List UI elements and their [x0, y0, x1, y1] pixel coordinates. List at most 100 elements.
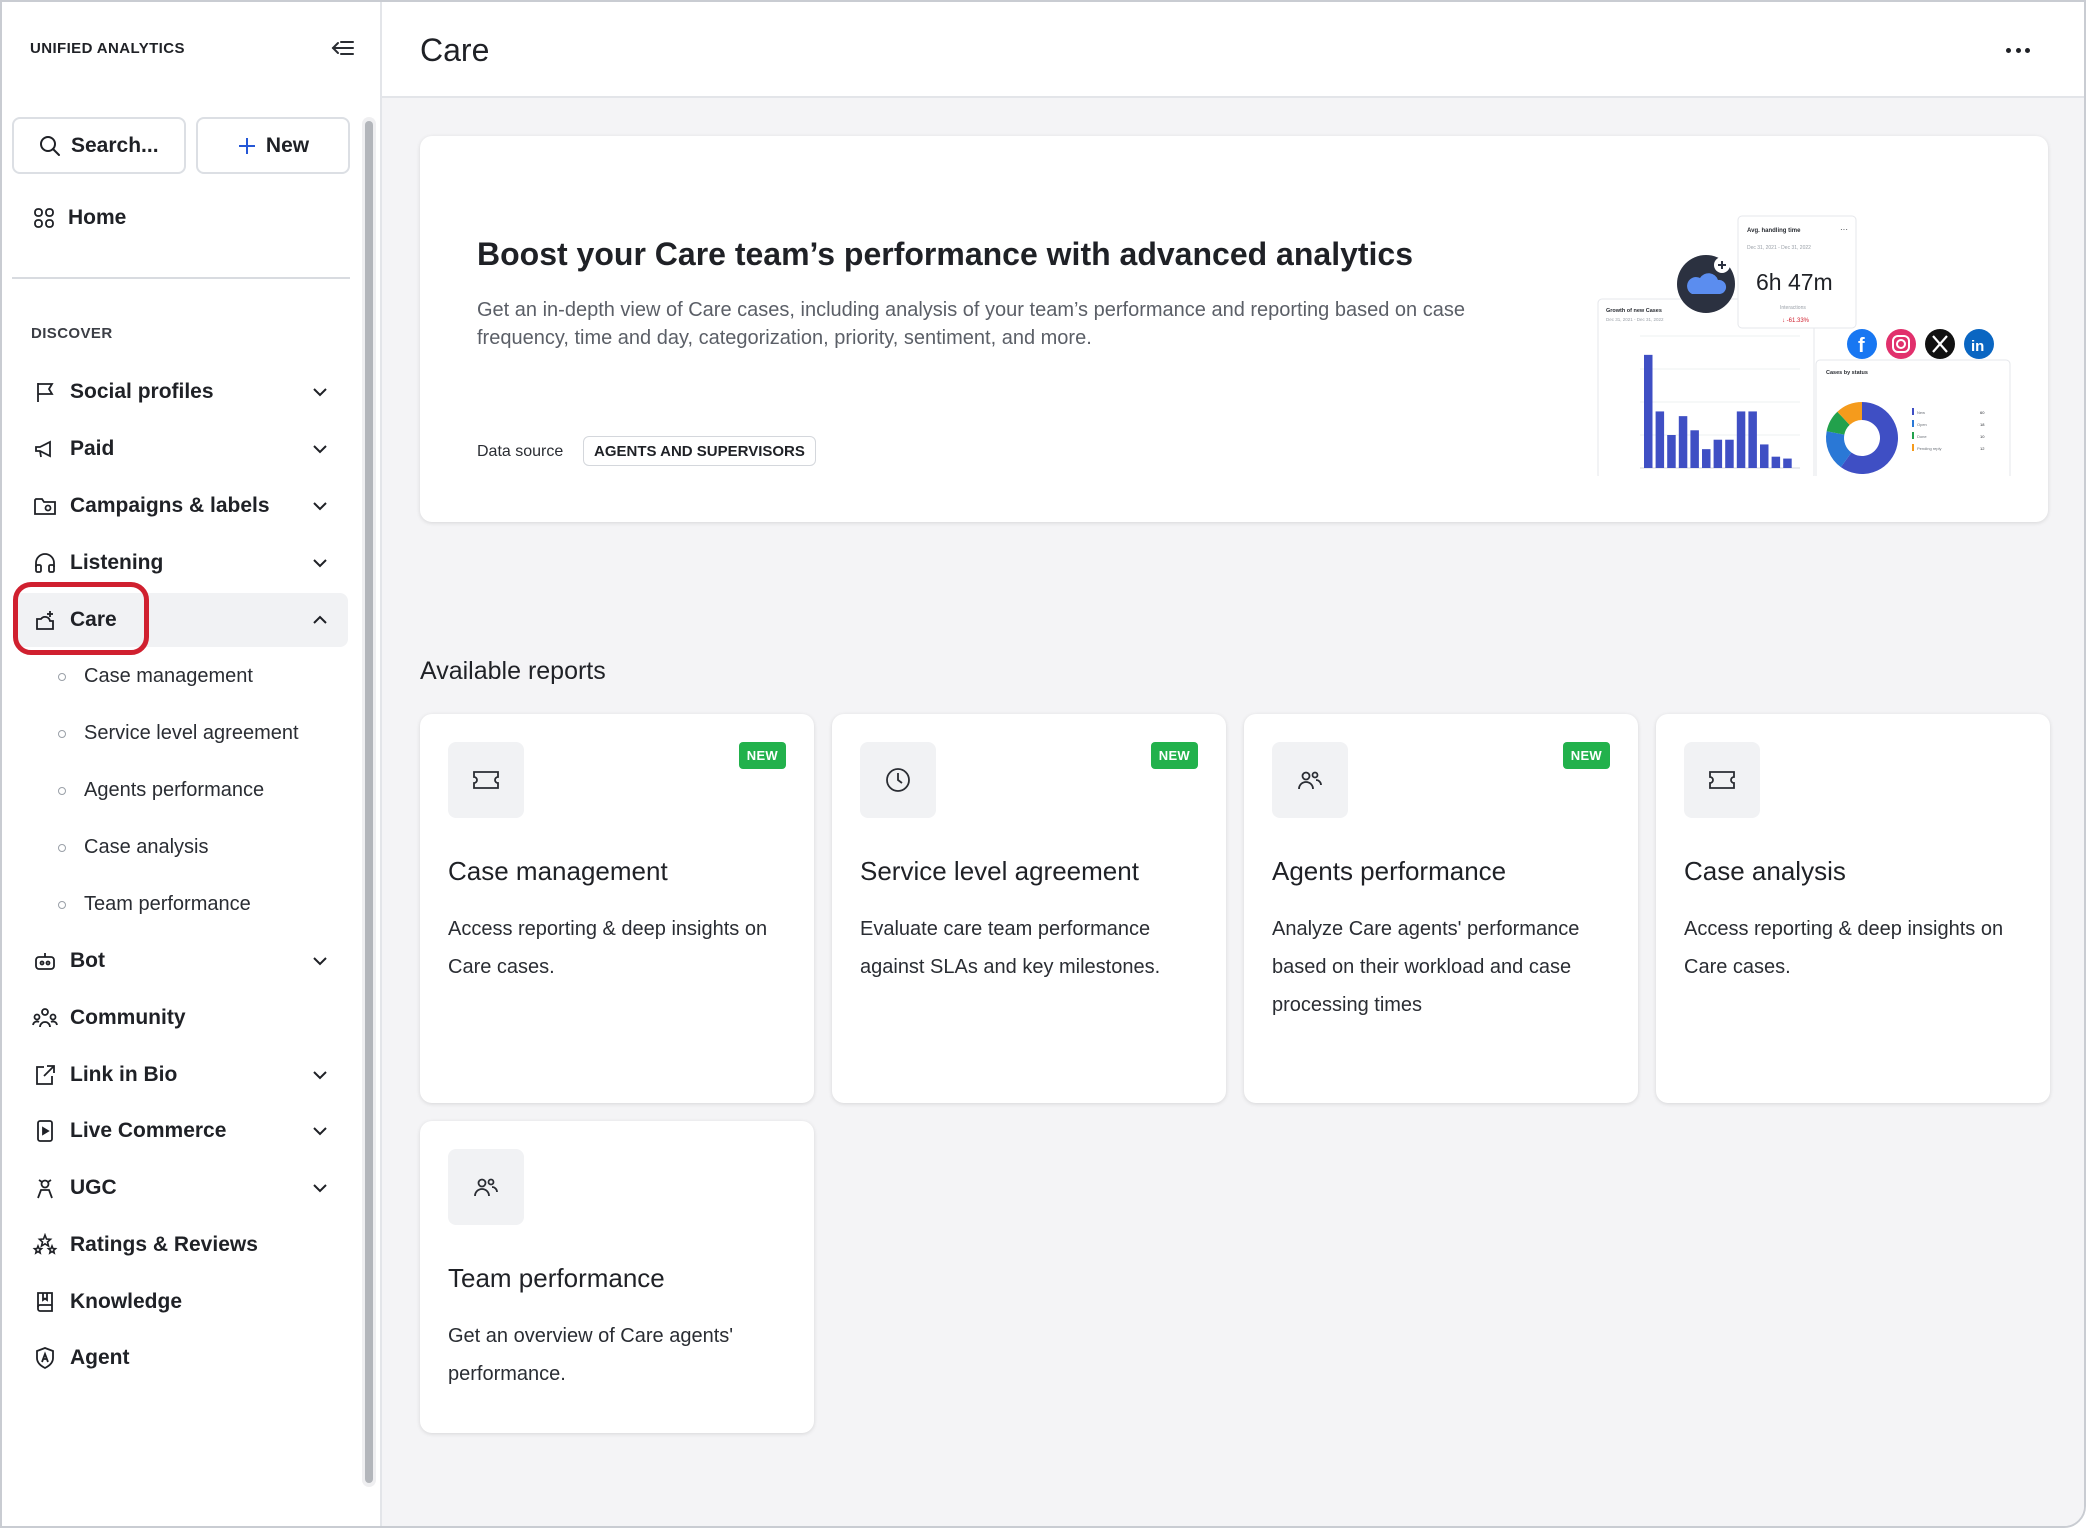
growth-bar — [1725, 439, 1734, 468]
analytics-illustration: Growth of new Cases Dec 31, 2021 - Dec 3… — [1590, 176, 2030, 509]
megaphone-icon — [32, 436, 58, 462]
report-card-title: Case management — [448, 856, 668, 886]
legend-label: New — [1917, 410, 1925, 415]
dot-icon — [2006, 47, 2011, 53]
sidebar-item-bot[interactable]: Bot — [14, 934, 348, 988]
app-window: UNIFIED ANALYTICS Search... New Home DIS… — [0, 0, 2086, 1528]
legend-value: 12 — [1980, 446, 1985, 451]
collapse-icon — [331, 41, 354, 55]
report-card-team-performance[interactable]: Team performance Get an overview of Care… — [420, 1121, 814, 1433]
sidebar-scrollbar[interactable] — [362, 117, 376, 1487]
chevron-down-icon[interactable] — [310, 1121, 330, 1141]
bot-icon — [32, 948, 58, 974]
growth-dates: Dec 31, 2021 - Dec 31, 2022 — [1606, 317, 1664, 322]
sidebar-subitem-case-management[interactable]: Case management — [58, 665, 253, 688]
available-reports-title: Available reports — [420, 657, 606, 685]
report-card-case-management[interactable]: NEW Case management Access reporting & d… — [420, 714, 814, 1103]
page-title: Care — [420, 32, 490, 68]
bullet-icon — [58, 843, 66, 852]
report-icon-box — [1272, 742, 1348, 818]
collapse-sidebar-button[interactable] — [328, 34, 358, 64]
chevron-down-icon[interactable] — [310, 1178, 330, 1198]
chevron-up-icon[interactable] — [310, 610, 330, 630]
sidebar-item-label: Community — [70, 1006, 186, 1029]
sidebar-subitem-service-level-agreement[interactable]: Service level agreement — [58, 722, 299, 745]
new-label: New — [265, 133, 310, 157]
report-card-service-level-agreement[interactable]: NEW Service level agreement Evaluate car… — [832, 714, 1226, 1103]
sidebar-item-home[interactable]: Home — [32, 206, 126, 230]
report-icon-box — [1684, 742, 1760, 818]
chevron-down-icon[interactable] — [310, 553, 330, 573]
home-grid-icon — [34, 208, 54, 228]
handling-title: Avg. handling time — [1747, 228, 1801, 234]
chevron-down-icon[interactable] — [310, 439, 330, 459]
discover-section-label: DISCOVER — [31, 325, 113, 342]
growth-bar — [1667, 435, 1676, 468]
growth-bar — [1771, 456, 1781, 468]
legend-label: Open — [1917, 422, 1927, 427]
search-icon — [40, 135, 60, 156]
sidebar-item-label: Bot — [70, 949, 105, 972]
brand-title: UNIFIED ANALYTICS — [30, 40, 185, 57]
sidebar-item-label: Live Commerce — [70, 1119, 227, 1142]
bullet-icon — [58, 786, 66, 795]
sidebar-item-live-commerce[interactable]: Live Commerce — [14, 1104, 348, 1158]
legend-swatch — [1912, 432, 1914, 439]
more-options-button[interactable] — [2000, 38, 2036, 62]
ugc-icon — [32, 1175, 58, 1201]
subitem-label: Case analysis — [84, 836, 209, 858]
report-card-agents-performance[interactable]: NEW Agents performance Analyze Care agen… — [1244, 714, 1638, 1103]
ticket-icon — [1709, 771, 1735, 789]
sidebar-item-label: Social profiles — [70, 380, 214, 403]
sidebar-divider — [12, 277, 350, 279]
ticket-icon — [473, 771, 499, 789]
chevron-down-icon[interactable] — [310, 951, 330, 971]
facebook-glyph: f — [1858, 335, 1865, 357]
growth-bar — [1760, 444, 1769, 468]
legend-swatch — [1912, 408, 1914, 415]
scrollbar-thumb[interactable] — [365, 121, 373, 1483]
chevron-down-icon[interactable] — [310, 1065, 330, 1085]
sidebar-item-label: Agent — [70, 1346, 130, 1369]
report-card-title: Team performance — [448, 1263, 665, 1293]
chevron-down-icon[interactable] — [310, 382, 330, 402]
growth-bar — [1748, 411, 1757, 468]
handling-delta: ↓ -61.33% — [1782, 318, 1810, 324]
sidebar-item-community[interactable]: Community — [14, 991, 348, 1045]
growth-bar — [1783, 458, 1792, 468]
sidebar-item-paid[interactable]: Paid — [14, 422, 348, 476]
growth-bar — [1655, 411, 1665, 468]
sidebar-item-label: UGC — [70, 1176, 117, 1199]
chevron-down-icon[interactable] — [310, 496, 330, 516]
sidebar-subitem-case-analysis[interactable]: Case analysis — [58, 836, 209, 859]
sidebar-item-social-profiles[interactable]: Social profiles — [14, 365, 348, 419]
sidebar-item-campaigns-labels[interactable]: Campaigns & labels — [14, 479, 348, 533]
sidebar-item-agent[interactable]: Agent — [14, 1331, 348, 1385]
sidebar-item-link-in-bio[interactable]: Link in Bio — [14, 1048, 348, 1102]
growth-bar — [1690, 430, 1699, 468]
new-button[interactable]: New — [196, 117, 350, 174]
new-badge: NEW — [1562, 742, 1610, 769]
banner-title: Boost your Care team’s performance with … — [477, 236, 1414, 272]
data-source-badge[interactable]: AGENTS AND SUPERVISORS — [583, 436, 816, 466]
report-icon-box — [448, 742, 524, 818]
new-badge: NEW — [738, 742, 786, 769]
data-source-label: Data source — [477, 443, 564, 460]
sidebar-item-label: Paid — [70, 437, 115, 460]
report-icon-box — [860, 742, 936, 818]
report-card-description: Evaluate care team performance against S… — [860, 918, 1161, 978]
bullet-icon — [58, 729, 66, 738]
sidebar-item-label: Ratings & Reviews — [70, 1233, 258, 1256]
clock-icon — [886, 768, 910, 792]
sidebar: UNIFIED ANALYTICS Search... New Home DIS… — [2, 2, 382, 1526]
search-button[interactable]: Search... — [12, 117, 186, 174]
sidebar-subitem-team-performance[interactable]: Team performance — [58, 893, 251, 916]
sidebar-subitem-agents-performance[interactable]: Agents performance — [58, 779, 264, 802]
report-card-title: Agents performance — [1272, 856, 1507, 886]
banner-description: Get an in-depth view of Care cases, incl… — [477, 299, 1465, 349]
sidebar-item-knowledge[interactable]: Knowledge — [14, 1275, 348, 1329]
report-card-title: Service level agreement — [860, 856, 1139, 886]
sidebar-item-ratings-reviews[interactable]: Ratings & Reviews — [14, 1218, 348, 1272]
sidebar-item-ugc[interactable]: UGC — [14, 1161, 348, 1215]
report-card-case-analysis[interactable]: Case analysis Access reporting & deep in… — [1656, 714, 2050, 1103]
